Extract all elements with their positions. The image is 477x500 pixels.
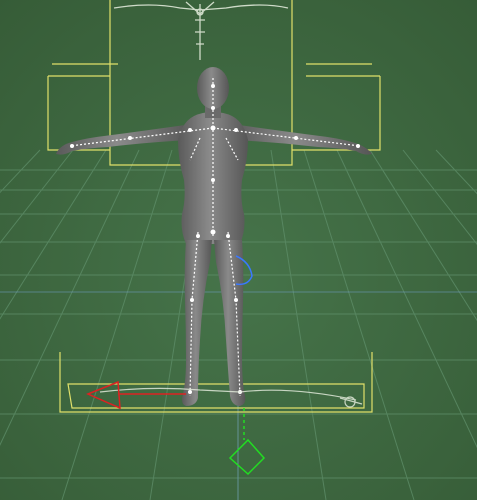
- 3d-viewport[interactable]: [0, 0, 477, 500]
- viewport-canvas[interactable]: [0, 0, 477, 500]
